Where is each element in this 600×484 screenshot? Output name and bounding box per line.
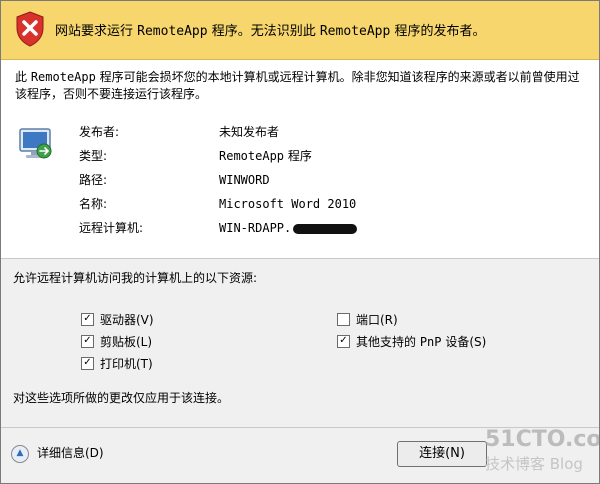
details-label: 详细信息(D) <box>37 446 104 460</box>
remote-row: 远程计算机: WIN-RDAPP. <box>79 219 358 237</box>
changes-note: 对这些选项所做的更改仅应用于该连接。 <box>13 391 230 405</box>
publisher-value: 未知发布者 <box>219 125 280 139</box>
drives-checkbox[interactable]: ✓ 驱动器(V) <box>81 311 154 329</box>
path-row: 路径: WINWORD <box>79 171 270 189</box>
pnp-label-3: 设备(S) <box>441 335 487 349</box>
ports-checkbox[interactable]: 端口(R) <box>337 311 398 329</box>
publisher-row: 发布者: 未知发布者 <box>79 123 279 141</box>
pnp-checkmark-icon[interactable]: ✓ <box>337 335 350 348</box>
watermark-blog: 技术博客 Blog <box>485 455 583 473</box>
banner-text-4: RemoteApp <box>319 24 391 39</box>
drives-label: 驱动器(V) <box>100 313 154 327</box>
warning-banner: 网站要求运行 RemoteApp 程序。无法识别此 RemoteApp 程序的发… <box>1 1 599 60</box>
banner-message: 网站要求运行 RemoteApp 程序。无法识别此 RemoteApp 程序的发… <box>55 20 485 39</box>
resources-title: 允许远程计算机访问我的计算机上的以下资源: <box>13 271 258 285</box>
printers-checkmark-icon[interactable]: ✓ <box>81 357 94 370</box>
chevron-up-icon[interactable]: ▲ <box>11 444 29 463</box>
pnp-label-1: 其他支持的 <box>356 335 420 349</box>
clipboard-checkmark-icon[interactable]: ✓ <box>81 335 94 348</box>
banner-text-2: RemoteApp <box>137 24 208 39</box>
banner-text-1: 网站要求运行 <box>55 24 138 39</box>
warning-text-1: 此 <box>15 70 31 84</box>
pnp-checkbox[interactable]: ✓ 其他支持的 PnP 设备(S) <box>337 333 486 351</box>
name-value: Microsoft Word 2010 <box>219 197 357 211</box>
connect-button[interactable]: 连接(N) <box>397 441 487 467</box>
remote-computer-icon <box>19 128 52 159</box>
ports-label: 端口(R) <box>356 313 398 327</box>
type-value-2: 程序 <box>284 149 312 163</box>
type-label: 类型: <box>79 149 108 163</box>
warning-text-2: RemoteApp <box>30 70 96 84</box>
remote-value: WIN-RDAPP. <box>219 221 292 235</box>
drives-checkmark-icon[interactable]: ✓ <box>81 313 94 326</box>
ports-empty-box[interactable] <box>337 313 350 326</box>
clipboard-checkbox[interactable]: ✓ 剪贴板(L) <box>81 333 152 351</box>
publisher-label: 发布者: <box>79 125 120 139</box>
name-row: 名称: Microsoft Word 2010 <box>79 195 356 213</box>
type-value-1: RemoteApp <box>219 149 285 163</box>
type-row: 类型: RemoteApp 程序 <box>79 147 312 165</box>
remoteapp-dialog: 网站要求运行 RemoteApp 程序。无法识别此 RemoteApp 程序的发… <box>0 0 600 484</box>
clipboard-label: 剪贴板(L) <box>100 335 153 349</box>
shield-error-icon <box>16 11 44 47</box>
remote-label: 远程计算机: <box>79 221 144 235</box>
pnp-label-2: PnP <box>419 335 442 349</box>
warning-text: 此 RemoteApp 程序可能会损坏您的本地计算机或远程计算机。除非您知道该程… <box>15 69 589 103</box>
details-button[interactable]: ▲ 详细信息(D) <box>11 441 104 465</box>
printers-checkbox[interactable]: ✓ 打印机(T) <box>81 355 153 373</box>
banner-text-3: 程序。无法识别此 <box>207 24 320 39</box>
warning-text-3: 程序可能会损坏您的本地计算机或远程计算机。除非您知道该程序的来源或者以前曾使用过… <box>15 70 580 101</box>
path-label: 路径: <box>79 173 108 187</box>
printers-label: 打印机(T) <box>100 357 153 371</box>
watermark-site: 51CTO.com <box>485 427 600 452</box>
name-label: 名称: <box>79 197 108 211</box>
redaction-mark <box>293 223 358 234</box>
banner-text-5: 程序的发布者。 <box>390 24 486 39</box>
path-value: WINWORD <box>219 173 270 187</box>
